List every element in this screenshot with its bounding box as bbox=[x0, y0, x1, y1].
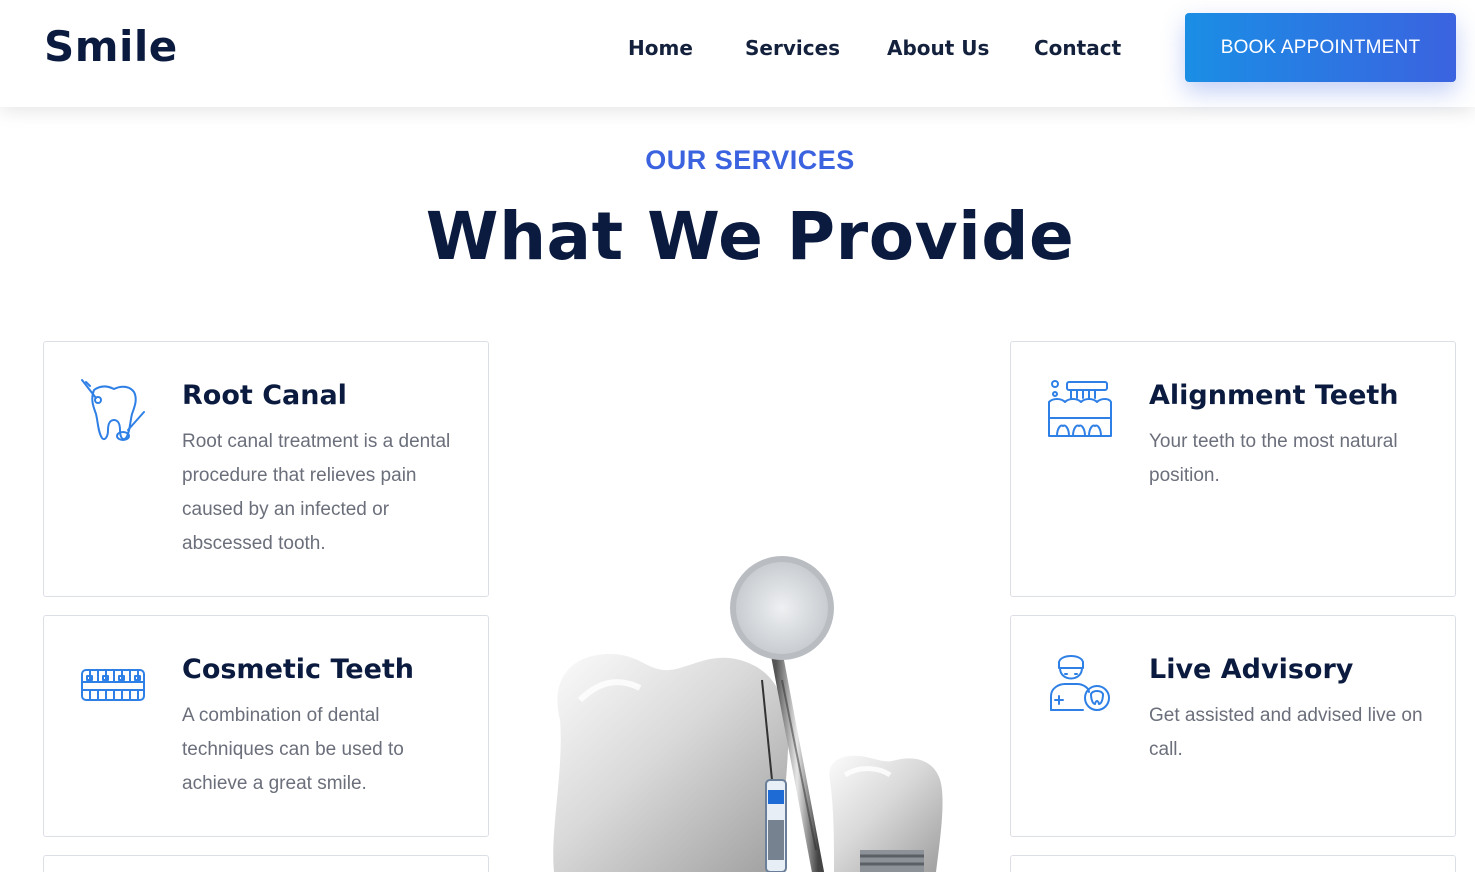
tooth-mirror-syringe-illustration bbox=[540, 550, 960, 872]
service-card-partial-left[interactable] bbox=[43, 855, 489, 872]
nav-link-services[interactable]: Services bbox=[745, 36, 840, 60]
service-card-live-advisory[interactable]: Live Advisory Get assisted and advised l… bbox=[1010, 615, 1456, 837]
site-header: Smile Home Services About Us Contact BOO… bbox=[0, 0, 1475, 107]
service-title: Cosmetic Teeth bbox=[182, 654, 415, 685]
section-eyebrow: OUR SERVICES bbox=[645, 145, 855, 175]
service-description: Your teeth to the most natural position. bbox=[1149, 431, 1398, 486]
nav-link-about-us[interactable]: About Us bbox=[887, 36, 989, 60]
service-description: Get assisted and advised live on call. bbox=[1149, 705, 1423, 760]
service-card-cosmetic-teeth[interactable]: Cosmetic Teeth A combination of dental t… bbox=[43, 615, 489, 837]
service-title: Root Canal bbox=[182, 380, 347, 411]
section-title: What We Provide bbox=[425, 198, 1075, 275]
service-title: Alignment Teeth bbox=[1149, 380, 1399, 411]
book-appointment-button[interactable]: BOOK APPOINTMENT bbox=[1185, 13, 1456, 82]
service-card-root-canal[interactable]: Root Canal Root canal treatment is a den… bbox=[43, 341, 489, 597]
braces-teeth-icon bbox=[80, 652, 146, 718]
toothbrush-teeth-icon bbox=[1047, 378, 1113, 444]
service-card-alignment-teeth[interactable]: Alignment Teeth Your teeth to the most n… bbox=[1010, 341, 1456, 597]
dentist-advisor-icon bbox=[1047, 652, 1113, 718]
service-card-partial-right[interactable] bbox=[1010, 855, 1456, 872]
nav-link-contact[interactable]: Contact bbox=[1034, 36, 1121, 60]
service-title: Live Advisory bbox=[1149, 654, 1354, 685]
tooth-dental-tools-icon bbox=[80, 378, 146, 444]
service-description: A combination of dental techniques can b… bbox=[182, 705, 404, 794]
service-description: Root canal treatment is a dental procedu… bbox=[182, 431, 451, 554]
brand-logo[interactable]: Smile bbox=[44, 22, 178, 71]
nav-link-home[interactable]: Home bbox=[628, 36, 693, 60]
